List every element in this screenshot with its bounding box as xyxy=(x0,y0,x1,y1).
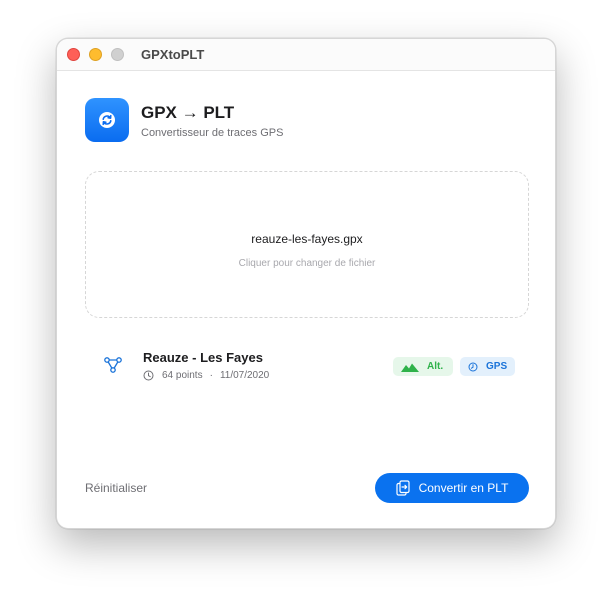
meta-separator: · xyxy=(209,370,213,381)
file-dropzone[interactable]: reauze-les-fayes.gpx Cliquer pour change… xyxy=(85,171,529,318)
title-bar[interactable]: GPXtoPLT xyxy=(57,39,555,71)
window-title: GPXtoPLT xyxy=(141,47,205,62)
clock-icon xyxy=(143,370,154,381)
app-heading: GPX → PLT xyxy=(141,103,235,122)
app-window: GPXtoPLT GPX → PLT Convertisseur de trac… xyxy=(56,38,556,529)
convert-button-label: Convertir en PLT xyxy=(418,481,509,495)
track-name: Reauze - Les Fayes xyxy=(143,350,263,365)
track-points: 64 points xyxy=(162,370,203,381)
convert-button[interactable]: Convertir en PLT xyxy=(375,473,529,503)
zoom-button[interactable] xyxy=(111,48,124,61)
clock-icon xyxy=(468,362,478,371)
gps-badge-label: GPS xyxy=(486,361,508,372)
route-icon xyxy=(104,357,122,373)
altitude-badge: Alt. xyxy=(393,357,453,376)
close-button[interactable] xyxy=(67,48,80,61)
selected-file-name: reauze-les-fayes.gpx xyxy=(251,232,363,246)
reset-button[interactable]: Réinitialiser xyxy=(85,481,147,495)
gps-badge: GPS xyxy=(460,357,515,376)
minimize-button[interactable] xyxy=(89,48,102,61)
dropzone-hint: Cliquer pour changer de fichier xyxy=(238,258,376,269)
app-icon xyxy=(85,98,129,142)
altitude-badge-label: Alt. xyxy=(427,361,444,372)
app-subtitle: Convertisseur de traces GPS xyxy=(141,127,284,139)
export-file-icon xyxy=(395,480,410,496)
track-meta: 64 points · 11/07/2020 xyxy=(143,370,269,381)
mountain-icon xyxy=(401,363,419,372)
track-date: 11/07/2020 xyxy=(219,370,270,381)
refresh-icon xyxy=(99,112,115,128)
